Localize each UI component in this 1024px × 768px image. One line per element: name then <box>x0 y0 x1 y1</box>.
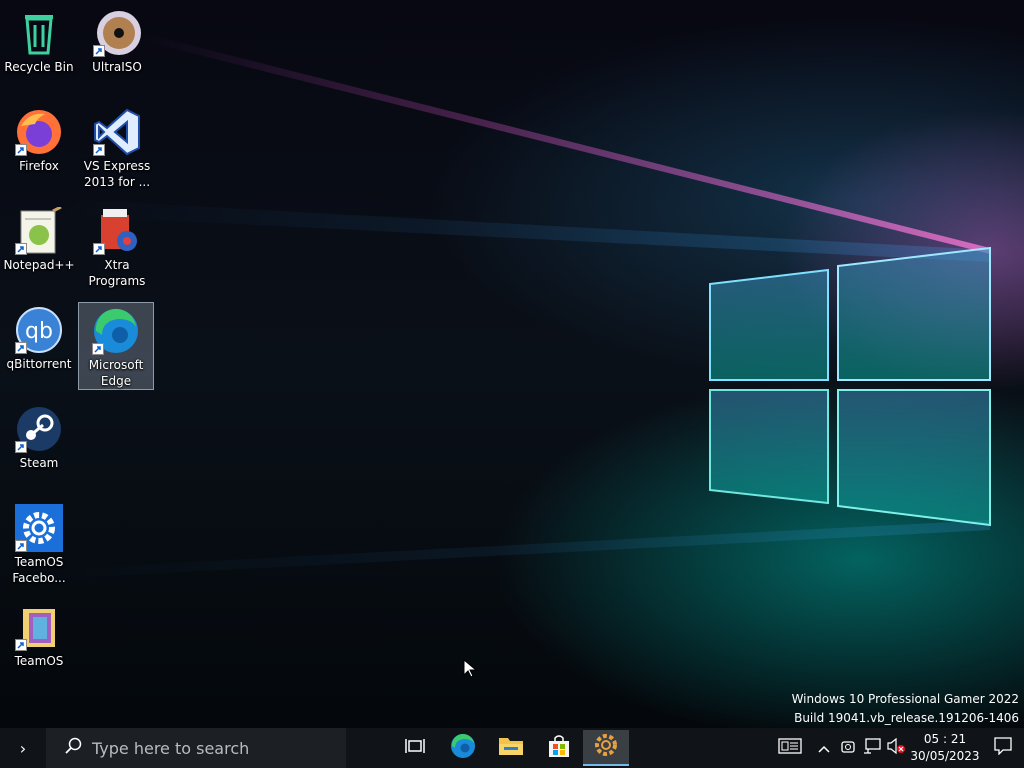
shortcut-arrow-icon <box>15 540 27 552</box>
shortcut-arrow-icon <box>93 45 105 57</box>
shortcut-arrow-icon <box>93 243 105 255</box>
recycle-bin-icon <box>15 9 63 57</box>
teamos-folder-icon <box>15 603 63 651</box>
desktop-icon-xtra-programs[interactable]: Xtra Programs <box>79 203 155 291</box>
shortcut-arrow-icon <box>15 639 27 651</box>
tray-camera-button[interactable] <box>836 728 860 768</box>
action-center-button[interactable] <box>982 728 1024 768</box>
desktop-icon-qbittorrent[interactable]: qb qBittorrent <box>1 302 77 390</box>
desktop-icon-label: qBittorrent <box>6 357 72 371</box>
firefox-icon <box>15 108 63 156</box>
store-icon <box>547 734 571 762</box>
news-button[interactable] <box>768 728 812 768</box>
shortcut-arrow-icon <box>15 342 27 354</box>
tray-network-button[interactable] <box>860 728 884 768</box>
qbittorrent-icon: qb <box>15 306 63 354</box>
task-view-button[interactable] <box>391 728 439 768</box>
ultraiso-icon <box>93 9 141 57</box>
settings-gear-icon <box>593 732 619 762</box>
show-hidden-icons-button[interactable] <box>812 728 836 768</box>
desktop-icon-recycle-bin[interactable]: Recycle Bin <box>1 5 77 93</box>
tray-volume-button[interactable] <box>884 728 908 768</box>
steam-icon <box>15 405 63 453</box>
search-icon <box>64 737 82 759</box>
visual-studio-icon <box>93 108 141 156</box>
desktop-icon-label: Notepad++ <box>3 258 75 272</box>
desktop-icon-microsoft-edge[interactable]: Microsoft Edge <box>78 302 154 390</box>
desktop-icon-teamos-facebook[interactable]: TeamOS Facebo... <box>1 500 77 588</box>
desktop-icon-teamos[interactable]: TeamOS <box>1 599 77 687</box>
desktop-icon-label: UltraISO <box>92 60 142 74</box>
desktop-icon-ultraiso[interactable]: UltraISO <box>79 5 155 93</box>
folder-icon <box>498 735 524 761</box>
windows-build-watermark: Windows 10 Professional Gamer 2022 Build… <box>792 690 1019 728</box>
taskbar-store-button[interactable] <box>535 728 583 768</box>
taskbar-file-explorer-button[interactable] <box>487 728 535 768</box>
svg-text:qb: qb <box>25 319 53 344</box>
desktop-icon-label: Steam <box>19 456 59 470</box>
desktop-icon-label: TeamOS <box>14 654 64 668</box>
shortcut-arrow-icon <box>15 144 27 156</box>
desktop-icon-label: Microsoft Edge <box>88 358 144 388</box>
start-button[interactable]: › <box>0 728 46 768</box>
chevron-up-icon <box>817 739 831 758</box>
clock-time: 05 : 21 <box>923 732 967 746</box>
shortcut-arrow-icon <box>92 343 104 355</box>
edge-icon <box>92 307 140 355</box>
edge-icon <box>450 733 476 763</box>
desktop-icon-label: Xtra Programs <box>88 258 146 288</box>
network-icon <box>863 738 881 758</box>
mouse-cursor-icon <box>463 658 479 683</box>
taskbar-clock[interactable]: 05 : 21 30/05/2023 <box>908 728 982 768</box>
desktop-icon-label: TeamOS Facebo... <box>12 555 66 585</box>
xtra-programs-icon <box>93 207 141 255</box>
desktop-icon-label: Firefox <box>19 159 59 173</box>
notepad-plus-plus-icon <box>15 205 63 255</box>
desktop-icon-steam[interactable]: Steam <box>1 401 77 489</box>
clock-date: 30/05/2023 <box>910 749 980 763</box>
task-view-icon <box>405 737 425 759</box>
watermark-build: Build 19041.vb_release.191206-1406 <box>794 711 1019 725</box>
desktop-icon-vs-express[interactable]: VS Express 2013 for ... <box>79 104 155 192</box>
shortcut-arrow-icon <box>15 243 27 255</box>
shortcut-arrow-icon <box>93 144 105 156</box>
search-placeholder: Type here to search <box>92 738 250 758</box>
notification-icon <box>994 737 1012 759</box>
volume-muted-icon <box>887 737 905 758</box>
watermark-edition: Windows 10 Professional Gamer 2022 <box>791 692 1019 706</box>
shortcut-arrow-icon <box>15 441 27 453</box>
desktop-icon-label: VS Express 2013 for ... <box>83 159 151 189</box>
taskbar-edge-button[interactable] <box>439 728 487 768</box>
news-icon <box>778 738 802 758</box>
settings-gear-icon <box>15 504 63 552</box>
search-box[interactable]: Type here to search <box>46 728 346 768</box>
system-tray: 05 : 21 30/05/2023 <box>768 728 1024 768</box>
desktop-icon-firefox[interactable]: Firefox <box>1 104 77 192</box>
taskbar: › Type here to search 05: 21 30/05/2023 <box>0 728 1024 768</box>
camera-icon <box>840 738 856 758</box>
desktop-icon-label: Recycle Bin <box>4 60 74 74</box>
desktop-icon-notepad-plus-plus[interactable]: Notepad++ <box>1 203 77 291</box>
taskbar-settings-button[interactable] <box>583 730 629 766</box>
